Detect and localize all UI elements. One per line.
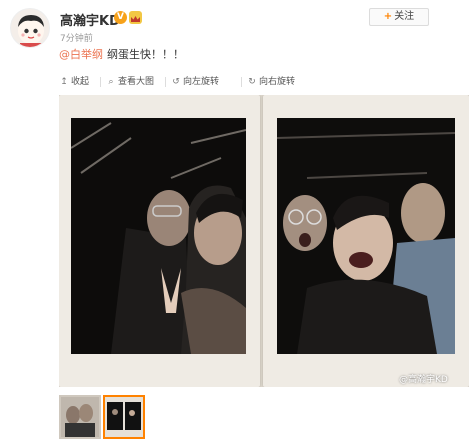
- follow-label: 关注: [394, 11, 415, 22]
- verified-badge-icon: V: [114, 11, 127, 24]
- photo-left-illustration: [71, 118, 246, 354]
- collapse-label: 收起: [71, 77, 90, 87]
- vip-crown-icon: [129, 11, 142, 24]
- post-text: @白举纲 纲蛋生快！！！: [59, 46, 184, 62]
- toolbar-divider: [165, 77, 166, 87]
- polaroid-left: [59, 95, 260, 387]
- rotate-right-label: 向右旋转: [259, 77, 296, 87]
- weibo-post-view: 高瀚宇KD V 7分钟前 + 关注 @白举纲 纲蛋生快！！！ ↥ 收起 ⌕ 查看大图 ↺…: [0, 0, 474, 442]
- image-watermark: @高瀚宇KD: [399, 375, 448, 385]
- photo-right-illustration: [277, 118, 455, 354]
- collapse-button[interactable]: ↥ 收起: [59, 75, 89, 89]
- thumbnail-illustration: [61, 397, 99, 437]
- post-header: 高瀚宇KD V 7分钟前 + 关注 @白举纲 纲蛋生快！！！: [0, 0, 474, 66]
- polaroid-right: [263, 95, 469, 387]
- avatar-illustration: [18, 15, 44, 47]
- post-body: 纲蛋生快！！！: [107, 48, 184, 61]
- thumbnail[interactable]: [59, 395, 101, 439]
- rotate-left-icon: ↺: [172, 77, 180, 87]
- avatar[interactable]: [10, 8, 50, 48]
- rotate-left-label: 向左旋转: [183, 77, 220, 87]
- post-timestamp[interactable]: 7分钟前: [60, 31, 93, 44]
- mention-link[interactable]: @白举纲: [59, 48, 103, 61]
- collapse-icon: ↥: [60, 77, 68, 87]
- thumbnail-illustration: [105, 397, 143, 437]
- view-large-button[interactable]: ⌕ 查看大图: [106, 75, 154, 89]
- thumbnail[interactable]: [103, 395, 145, 439]
- rotate-left-button[interactable]: ↺ 向左旋转: [171, 75, 219, 89]
- rotate-right-icon: ↻: [248, 77, 256, 87]
- large-image[interactable]: @高瀚宇KD: [59, 95, 469, 387]
- plus-icon: +: [383, 11, 393, 22]
- toolbar-divider: [241, 77, 242, 87]
- rotate-right-button[interactable]: ↻ 向右旋转: [247, 75, 295, 89]
- toolbar-divider: [100, 77, 101, 87]
- photo-right: [277, 118, 455, 354]
- username[interactable]: 高瀚宇KD: [60, 10, 120, 29]
- photo-left: [71, 118, 246, 354]
- follow-button[interactable]: + 关注: [369, 8, 429, 26]
- zoom-icon: ⌕: [108, 77, 114, 87]
- view-large-label: 查看大图: [118, 77, 155, 87]
